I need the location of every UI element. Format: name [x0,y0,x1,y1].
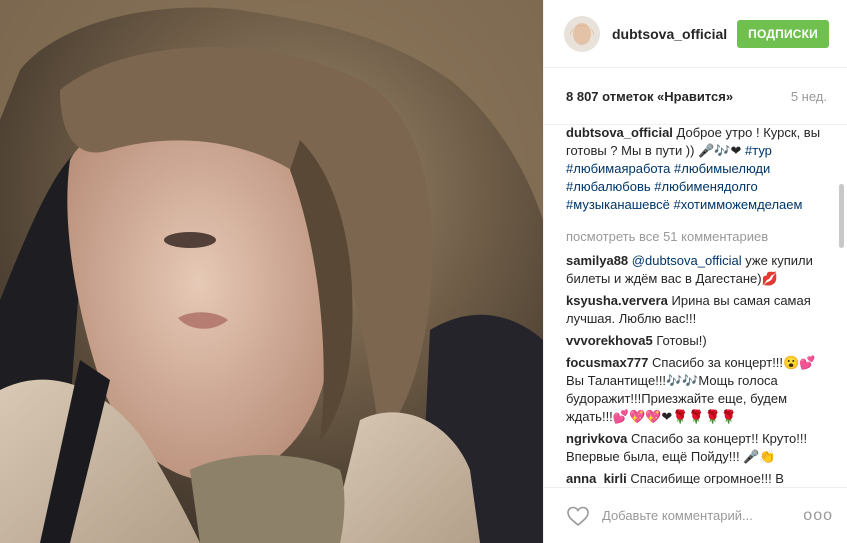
comment-text: Готовы!) [656,333,707,348]
likes-count[interactable]: 8 807 отметок «Нравится» [566,89,733,104]
hashtag-link[interactable]: #любимаяработа [566,161,670,176]
hashtag-link[interactable]: #музыканашевсё [566,197,670,212]
follow-button[interactable]: ПОДПИСКИ [737,19,829,48]
view-all-comments-link[interactable]: посмотреть все 51 комментариев [566,228,830,246]
avatar-image [564,15,600,52]
comment: vvvorekhova5 Готовы!) [566,332,830,350]
hashtag-link[interactable]: #любалюбовь [566,179,651,194]
hashtag-link[interactable]: #любименядолго [654,179,757,194]
username-link[interactable]: dubtsova_official [612,26,737,42]
comment: ksyusha.ververa Ирина вы самая самая луч… [566,292,830,328]
avatar[interactable] [564,15,600,52]
comment-username[interactable]: anna_kirli [566,471,627,484]
more-options-icon[interactable]: ooo [803,507,833,525]
post-header: dubtsova_official ПОДПИСКИ [544,0,847,68]
add-comment-input[interactable]: Добавьте комментарий... [602,508,803,523]
comment-username[interactable]: ngrivkova [566,431,627,446]
mention-link[interactable]: @dubtsova_official [632,253,742,268]
post-details-panel: dubtsova_official ПОДПИСКИ 8 807 отметок… [543,0,847,543]
heart-icon[interactable] [566,505,590,527]
comment: ngrivkova Спасибо за концерт!! Круто!!! … [566,430,830,466]
post-age[interactable]: 5 нед. [791,89,827,104]
scrollbar-thumb[interactable] [839,184,844,248]
comments-list[interactable]: dubtsova_official Доброе утро ! Курск, в… [544,124,836,484]
comment: anna_kirli Спасибище огромное!!! В [566,470,830,484]
comment-username[interactable]: vvvorekhova5 [566,333,653,348]
comments-scrollbar[interactable] [839,124,844,484]
comment-username[interactable]: samilya88 [566,253,628,268]
post-footer: Добавьте комментарий... ooo [544,487,847,543]
caption-username[interactable]: dubtsova_official [566,125,673,140]
hashtag-link[interactable]: #хотимможемделаем [674,197,803,212]
post-stats: 8 807 отметок «Нравится» 5 нед. [544,68,847,125]
comment: focusmax777 Спасибо за концерт!!!😮💕 Вы Т… [566,354,830,426]
comment-text: Спасибище огромное!!! В [630,471,784,484]
hashtag-link[interactable]: #тур [745,143,772,158]
selfie-image [0,0,543,543]
comment-username[interactable]: focusmax777 [566,355,648,370]
comment-username[interactable]: ksyusha.ververa [566,293,668,308]
caption: dubtsova_official Доброе утро ! Курск, в… [566,124,830,214]
hashtag-link[interactable]: #любимыелюди [674,161,770,176]
comment: samilya88 @dubtsova_official уже купили … [566,252,830,288]
post-photo[interactable] [0,0,543,543]
